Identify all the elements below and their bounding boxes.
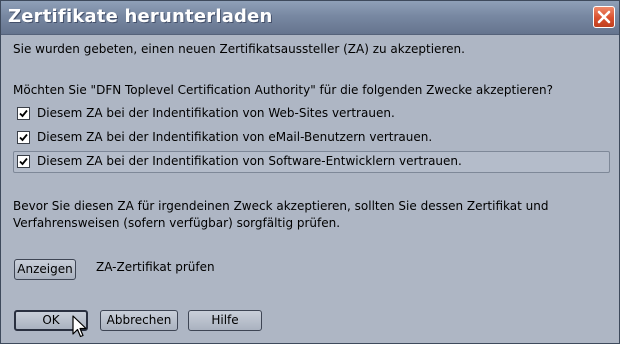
dialog-content: Sie wurden gebeten, einen neuen Zertifik…	[2, 35, 618, 342]
option-email-users[interactable]: Diesem ZA bei der Indentifikation von eM…	[13, 127, 609, 149]
option-label-email-users: Diesem ZA bei der Indentifikation von eM…	[37, 130, 433, 144]
checkbox-email-users[interactable]	[17, 131, 30, 144]
question-text: Möchten Sie "DFN Toplevel Certification …	[13, 83, 553, 97]
view-certificate-caption: ZA-Zertifikat prüfen	[96, 260, 215, 274]
title-bar[interactable]: Zertifikate herunterladen	[1, 1, 619, 35]
checkmark-icon	[19, 133, 28, 142]
checkmark-icon	[19, 157, 28, 166]
option-web-sites[interactable]: Diesem ZA bei der Indentifikation von We…	[13, 103, 609, 125]
cancel-button[interactable]: Abbrechen	[100, 310, 178, 331]
view-certificate-button[interactable]: Anzeigen	[14, 259, 76, 280]
checkmark-icon	[19, 109, 28, 118]
window-title: Zertifikate herunterladen	[8, 6, 273, 27]
dialog-window: Zertifikate herunterladen Sie wurden geb…	[0, 0, 620, 344]
option-label-web-sites: Diesem ZA bei der Indentifikation von We…	[37, 106, 395, 120]
close-icon	[597, 10, 611, 24]
option-software-developers[interactable]: Diesem ZA bei der Indentifikation von So…	[13, 151, 610, 173]
advice-text-line1: Bevor Sie diesen ZA für irgendeinen Zwec…	[13, 199, 549, 213]
help-button[interactable]: Hilfe	[188, 310, 262, 331]
option-label-software-developers: Diesem ZA bei der Indentifikation von So…	[37, 154, 462, 168]
close-button[interactable]	[593, 6, 615, 28]
intro-text: Sie wurden gebeten, einen neuen Zertifik…	[13, 42, 465, 56]
checkbox-web-sites[interactable]	[17, 107, 30, 120]
checkbox-software-developers[interactable]	[17, 155, 30, 168]
ok-button[interactable]: OK	[14, 310, 88, 331]
advice-text-line2: Verfahrensweisen (sofern verfügbar) sorg…	[13, 216, 341, 230]
